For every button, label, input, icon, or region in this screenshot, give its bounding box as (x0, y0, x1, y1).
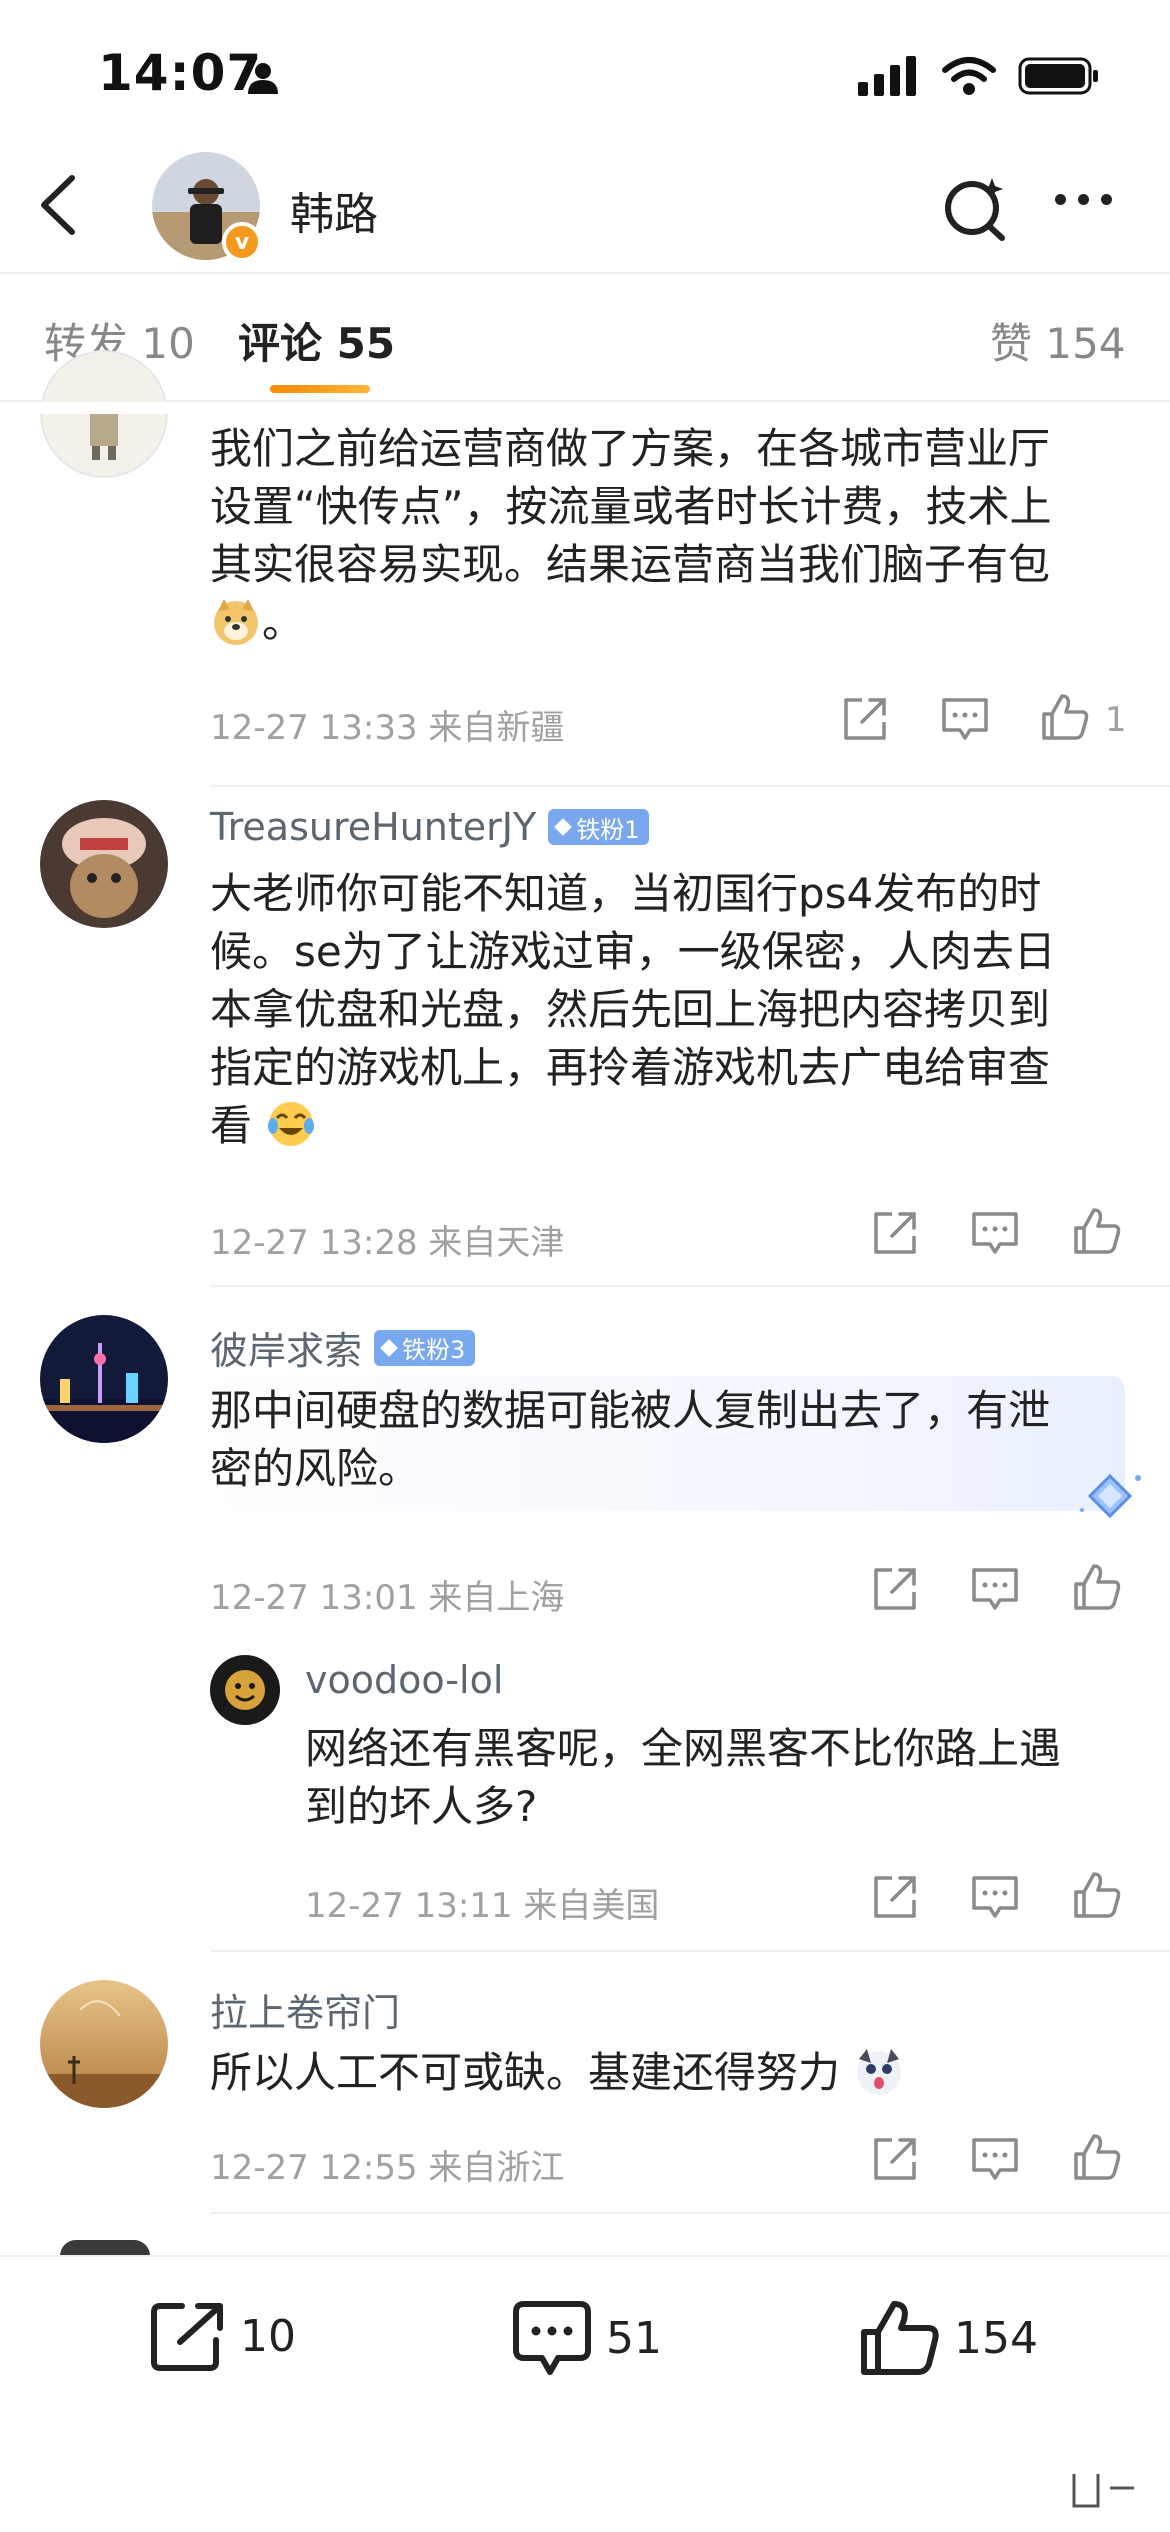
active-tab-indicator (270, 385, 370, 393)
comment-avatar[interactable] (40, 1980, 168, 2108)
share-icon[interactable] (870, 1872, 920, 1922)
reply-icon[interactable] (940, 694, 990, 744)
comment-divider (210, 785, 1170, 787)
comment-meta: 12-27 13:33 来自新疆 (210, 708, 565, 748)
like-icon[interactable] (1040, 692, 1090, 742)
dot-icon (1101, 194, 1112, 205)
more-button[interactable] (1055, 194, 1125, 214)
comment-meta: 12-27 13:01 来自上海 (210, 1578, 565, 1618)
comment-text: 我们之前给运营商做了方案，在各城市营业厅 设置“快传点”，按流量或者时长计费，技… (210, 424, 1052, 647)
reply-icon[interactable] (970, 1872, 1020, 1922)
like-icon[interactable] (1072, 1206, 1122, 1256)
share-icon[interactable] (870, 1564, 920, 1614)
like-icon[interactable] (1072, 2132, 1122, 2182)
laugh-cry-emoji-icon (268, 1102, 315, 1146)
comment-author-name[interactable]: 拉上卷帘门 (210, 1982, 400, 2037)
reply-avatar[interactable] (210, 1655, 280, 1725)
reply-text: 网络还有黑客呢，全网黑客不比你路上遇 到的坏人多? (305, 1724, 1062, 1831)
like-count: 154 (954, 2312, 1038, 2364)
reply-icon[interactable] (970, 1208, 1020, 1258)
tab-comments[interactable]: 评论 55 (238, 310, 395, 371)
comment-avatar[interactable] (40, 350, 168, 478)
status-indicators (858, 56, 1100, 96)
person-icon (248, 63, 278, 94)
like-count: 1 (1105, 700, 1127, 740)
reply-icon[interactable] (970, 1564, 1020, 1614)
comment-divider (210, 2212, 1170, 2214)
comment-icon (513, 2301, 591, 2375)
repost-button[interactable]: 10 (150, 2300, 296, 2372)
reply-author-name[interactable]: voodoo-lol (305, 1658, 503, 1702)
comment-avatar[interactable] (40, 800, 168, 928)
share-icon[interactable] (870, 1208, 920, 1258)
comment-divider (210, 1950, 1170, 1952)
share-icon[interactable] (870, 2134, 920, 2184)
fan-badge: 铁粉1 (548, 809, 650, 845)
tab-likes[interactable]: 赞 154 (990, 310, 1126, 371)
bottom-bar (0, 2256, 1170, 2532)
dot-icon (1078, 194, 1089, 205)
comment-text: 那中间硬盘的数据可能被人复制出去了，有泄 密的风险。 (210, 1386, 1051, 1493)
repost-count: 10 (240, 2310, 296, 2362)
fan-badge: 铁粉3 (374, 1329, 476, 1366)
comment-divider (210, 1285, 1170, 1287)
thumbs-up-icon (861, 2301, 939, 2375)
like-icon[interactable] (1072, 1562, 1122, 1612)
comment-button[interactable]: 51 (512, 2300, 662, 2376)
comment-count: 51 (606, 2312, 662, 2364)
search-icon[interactable] (940, 172, 1010, 242)
split-view-icon[interactable] (1068, 2470, 1138, 2510)
verified-badge: v (222, 222, 262, 262)
comment-meta: 12-27 13:28 来自天津 (210, 1223, 565, 1263)
reply-meta: 12-27 13:11 来自美国 (305, 1886, 660, 1926)
back-button[interactable] (30, 170, 90, 240)
share-icon[interactable] (840, 694, 890, 744)
comment-text: 所以人工不可或缺。基建还得努力 (210, 2044, 1170, 2102)
comment-text: 大老师你可能不知道，当初国行ps4发布的时 候。se为了让游戏过审，一级保密，人… (210, 869, 1056, 1150)
bottom-bar-divider (0, 2255, 1170, 2257)
comment-meta: 12-27 12:55 来自浙江 (210, 2148, 565, 2188)
comment-author-name[interactable]: TreasureHunterJY (210, 805, 536, 849)
cellular-signal-icon (858, 56, 916, 96)
comment-author: 彼岸求索 铁粉3 (210, 1320, 476, 1375)
diamond-icon (380, 1338, 398, 1357)
reply-icon[interactable] (970, 2134, 1020, 2184)
comment-avatar[interactable] (40, 1315, 168, 1443)
dot-icon (1055, 194, 1066, 205)
status-time: 14:07 (98, 44, 263, 102)
like-icon[interactable] (1072, 1870, 1122, 1920)
dizzy-dog-emoji-icon (857, 2049, 902, 2095)
diamond-icon (554, 818, 573, 836)
author-name[interactable]: 韩路 (290, 178, 378, 242)
battery-icon (1018, 57, 1098, 95)
header-divider (0, 272, 1170, 274)
comment-author: TreasureHunterJY 铁粉1 (210, 805, 650, 849)
like-button[interactable]: 154 (860, 2300, 1038, 2376)
wifi-icon (942, 57, 996, 95)
comment-author-name[interactable]: 彼岸求索 (210, 1320, 362, 1375)
comment-avatar-partial (60, 2240, 150, 2256)
repost-icon (151, 2303, 223, 2371)
doge-emoji-icon (214, 599, 258, 645)
